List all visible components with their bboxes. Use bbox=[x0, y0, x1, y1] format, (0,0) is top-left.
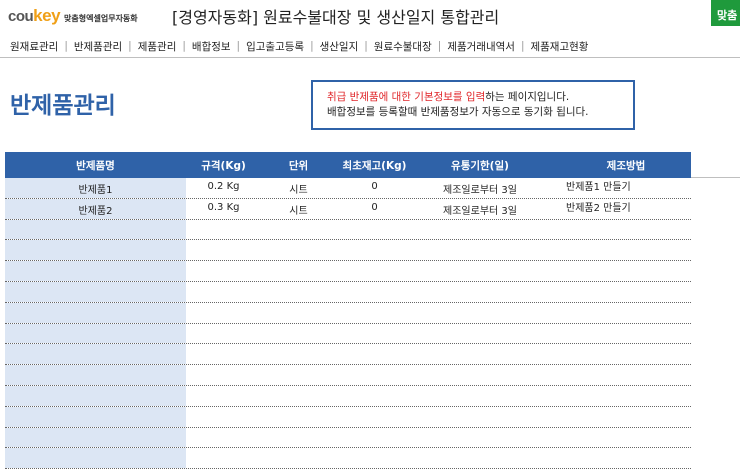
name-cell-fill bbox=[5, 365, 186, 385]
name-cell-fill bbox=[5, 385, 186, 406]
initial-stock-cell[interactable]: 0 bbox=[336, 202, 413, 213]
table-row[interactable] bbox=[5, 344, 691, 366]
column-header-initial-stock: 최초재고(Kg) bbox=[342, 160, 407, 172]
nav-item-in-out[interactable]: 입고출고등록 bbox=[246, 39, 304, 54]
notice-highlight: 취급 반제품에 대한 기본정보를 입력 bbox=[327, 91, 486, 103]
logo-cou-text: cou bbox=[8, 8, 34, 25]
coukey-logo: cou key 맞춤형엑셀업무자동화 bbox=[8, 6, 138, 26]
nav-separator: | bbox=[310, 40, 314, 52]
nav-item-raw-material[interactable]: 원재료관리 bbox=[10, 39, 58, 54]
nav-separator: | bbox=[364, 40, 368, 52]
notice-line-1-rest: 하는 페이지입니다. bbox=[485, 91, 570, 103]
nav-item-recipe[interactable]: 배합정보 bbox=[192, 39, 231, 54]
column-header-spec: 규격(Kg) bbox=[201, 160, 246, 172]
nav-item-transactions[interactable]: 제품거래내역서 bbox=[447, 39, 515, 54]
table-row[interactable] bbox=[5, 302, 691, 324]
page-title: 반제품관리 bbox=[10, 93, 116, 119]
shelf-life-cell[interactable]: 제조일로부터 3일 bbox=[413, 202, 547, 217]
name-cell[interactable]: 반제품2 bbox=[5, 202, 186, 217]
table-row[interactable] bbox=[5, 219, 691, 241]
table-row[interactable] bbox=[5, 448, 691, 469]
semi-product-table: 반제품명 규격(Kg) 단위 최초재고(Kg) 유통기한(일) 제조방법 반제품… bbox=[5, 152, 740, 469]
name-cell-fill bbox=[5, 344, 186, 365]
table-row[interactable] bbox=[5, 385, 691, 407]
column-header-unit: 단위 bbox=[288, 160, 309, 172]
table-row[interactable] bbox=[5, 240, 691, 262]
name-cell-fill bbox=[5, 406, 186, 427]
name-cell-fill bbox=[5, 240, 186, 261]
nav-item-material-ledger[interactable]: 원료수불대장 bbox=[374, 39, 432, 54]
table-row[interactable] bbox=[5, 323, 691, 345]
table-row[interactable]: 반제품1 0.2 Kg 시트 0 제조일로부터 3일 반제품1 만들기 bbox=[5, 178, 691, 199]
name-cell[interactable]: 반제품1 bbox=[5, 181, 186, 196]
method-cell[interactable]: 반제품1 만들기 bbox=[566, 178, 686, 193]
column-header-shelf-life: 유통기한(일) bbox=[451, 160, 509, 172]
name-cell-fill bbox=[5, 219, 186, 240]
nav-menu: 원재료관리 | 반제품관리 | 제품관리 | 배합정보 | 입고출고등록 | 생… bbox=[0, 36, 588, 56]
nav-item-product[interactable]: 제품관리 bbox=[138, 39, 177, 54]
top-bar: cou key 맞춤형엑셀업무자동화 [경영자동화] 원료수불대장 및 생산일지… bbox=[0, 0, 740, 34]
table-row[interactable] bbox=[5, 281, 691, 303]
notice-line-2: 배합정보를 등록할때 반제품정보가 자동으로 동기화 됩니다. bbox=[327, 106, 589, 118]
name-cell-fill bbox=[5, 281, 186, 302]
column-header-method: 제조방법 bbox=[606, 160, 646, 172]
unit-cell[interactable]: 시트 bbox=[261, 202, 336, 217]
notice-box: 취급 반제품에 대한 기본정보를 입력하는 페이지입니다. 배합정보를 등록할때… bbox=[311, 80, 635, 130]
method-cell[interactable]: 반제품2 만들기 bbox=[566, 199, 686, 214]
nav-divider bbox=[0, 57, 740, 58]
nav-separator: | bbox=[128, 40, 132, 52]
nav-separator: | bbox=[182, 40, 186, 52]
nav-item-stock-status[interactable]: 제품재고현황 bbox=[530, 39, 588, 54]
app-title: [경영자동화] 원료수불대장 및 생산일지 통합관리 bbox=[172, 8, 500, 27]
table-body: 반제품1 0.2 Kg 시트 0 제조일로부터 3일 반제품1 만들기반제품2 0.3 Kg… bbox=[5, 178, 740, 469]
name-cell-fill bbox=[5, 427, 186, 448]
shelf-life-cell[interactable]: 제조일로부터 3일 bbox=[413, 181, 547, 196]
name-cell-fill bbox=[5, 261, 186, 281]
nav-item-semi-product[interactable]: 반제품관리 bbox=[74, 39, 122, 54]
spec-cell[interactable]: 0.2 Kg bbox=[186, 181, 261, 192]
spec-cell[interactable]: 0.3 Kg bbox=[186, 202, 261, 213]
header-underline bbox=[691, 177, 740, 178]
logo-key-text: key bbox=[33, 6, 61, 25]
nav-separator: | bbox=[437, 40, 442, 52]
logo-tagline: 맞춤형엑셀업무자동화 bbox=[64, 14, 138, 23]
custom-button[interactable]: 맞춤 bbox=[711, 0, 740, 26]
nav-separator: | bbox=[64, 40, 68, 52]
nav-item-production-log[interactable]: 생산일지 bbox=[320, 39, 359, 54]
column-header-name: 반제품명 bbox=[76, 160, 115, 172]
table-row[interactable] bbox=[5, 365, 691, 386]
nav-separator: | bbox=[520, 40, 525, 52]
table-row[interactable] bbox=[5, 406, 691, 428]
table-row[interactable] bbox=[5, 261, 691, 282]
table-row[interactable] bbox=[5, 427, 691, 449]
table-header: 반제품명 규격(Kg) 단위 최초재고(Kg) 유통기한(일) 제조방법 bbox=[5, 152, 691, 178]
name-cell-fill bbox=[5, 323, 186, 344]
unit-cell[interactable]: 시트 bbox=[261, 181, 336, 196]
table-row[interactable]: 반제품2 0.3 Kg 시트 0 제조일로부터 3일 반제품2 만들기 bbox=[5, 198, 691, 220]
name-cell-fill bbox=[5, 448, 186, 469]
nav-separator: | bbox=[236, 40, 241, 52]
notice-line-1: 취급 반제품에 대한 기본정보를 입력하는 페이지입니다. bbox=[327, 90, 633, 105]
initial-stock-cell[interactable]: 0 bbox=[336, 181, 413, 192]
name-cell-fill bbox=[5, 302, 186, 323]
